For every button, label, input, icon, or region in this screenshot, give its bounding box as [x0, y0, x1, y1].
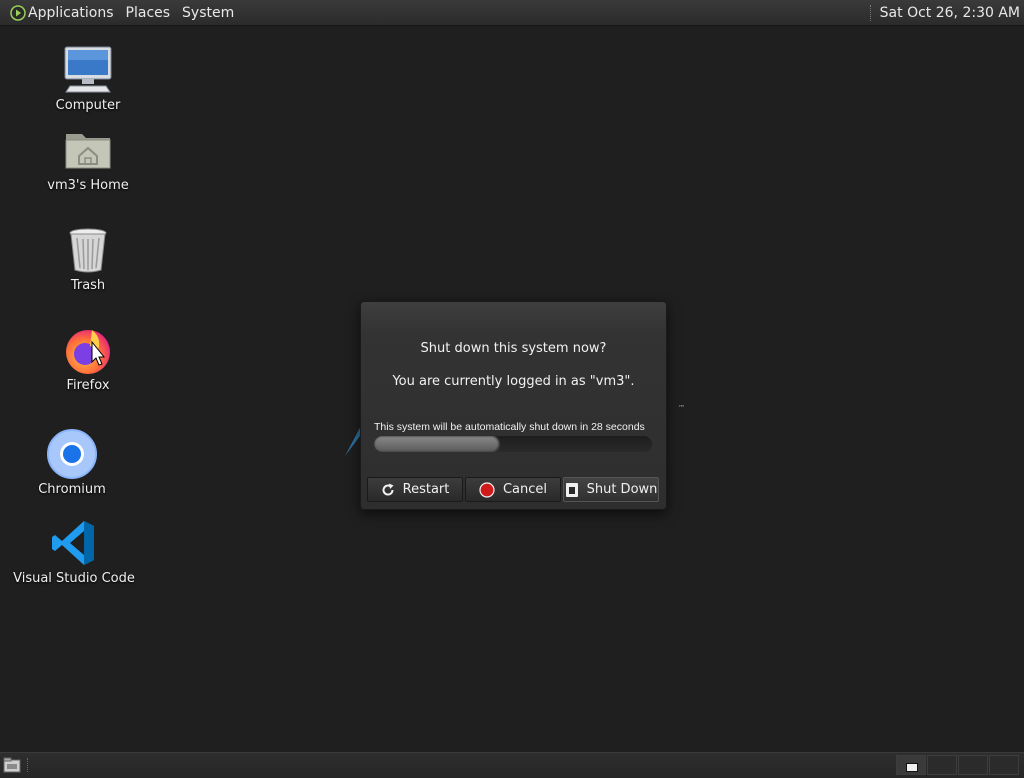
shut-down-button-label: Shut Down: [586, 482, 658, 497]
top-panel: Applications Places System Sat Oct 26, 2…: [0, 0, 1024, 26]
countdown-progress-fill: [374, 436, 500, 452]
chromium-icon: [46, 428, 98, 480]
panel-handle[interactable]: [27, 758, 32, 772]
desktop-icon-label: Visual Studio Code: [13, 571, 135, 586]
restart-button-label: Restart: [402, 482, 450, 497]
applications-menu-label: Applications: [28, 4, 114, 21]
system-menu-label: System: [182, 4, 235, 21]
workspace-3[interactable]: [958, 755, 988, 775]
desktop-icon-chromium[interactable]: Chromium: [7, 428, 137, 497]
desktop-icon-computer[interactable]: Computer: [23, 44, 153, 113]
vscode-icon: [48, 517, 100, 569]
desktop-icon-label: Chromium: [38, 482, 106, 497]
desktop-icon-label: vm3's Home: [47, 178, 129, 193]
restart-button[interactable]: Restart: [367, 477, 463, 502]
shut-down-button[interactable]: Shut Down: [563, 477, 659, 502]
workspace-4[interactable]: [989, 755, 1019, 775]
desktop-icon-label: Computer: [55, 98, 121, 113]
countdown-progress-bar: [374, 436, 652, 452]
home-folder-icon: [62, 124, 114, 176]
desktop-icon-label: Firefox: [66, 378, 110, 393]
desktop-icon-firefox[interactable]: Firefox: [23, 324, 153, 393]
desktop-icon-trash[interactable]: Trash: [23, 224, 153, 293]
svg-text:™: ™: [678, 404, 685, 412]
dialog-message: You are currently logged in as "vm3".: [392, 374, 635, 389]
countdown-text: This system will be automatically shut d…: [374, 421, 645, 433]
dialog-title: Shut down this system now?: [420, 341, 607, 356]
cancel-button-label: Cancel: [502, 482, 548, 497]
places-menu[interactable]: Places: [120, 0, 177, 25]
workspace-window-thumbnail: [906, 763, 918, 772]
dialog-button-row: Restart Cancel Shut Down: [367, 477, 659, 502]
desktop-icon-home[interactable]: vm3's Home: [23, 124, 153, 193]
applications-menu[interactable]: Applications: [0, 0, 120, 25]
system-menu[interactable]: System: [176, 0, 240, 25]
bottom-panel: [0, 752, 1024, 778]
shutdown-dialog: Shut down this system now? You are curre…: [360, 301, 667, 510]
shutdown-icon: [565, 482, 579, 498]
places-menu-label: Places: [125, 4, 171, 21]
clock[interactable]: Sat Oct 26, 2:30 AM: [880, 5, 1024, 21]
cancel-button[interactable]: Cancel: [465, 477, 561, 502]
panel-separator: [869, 4, 874, 21]
workspace-2[interactable]: [927, 755, 957, 775]
firefox-icon: [62, 324, 114, 376]
desktop-icon-vscode[interactable]: Visual Studio Code: [9, 517, 139, 586]
workspace-1[interactable]: [896, 755, 926, 775]
restart-icon: [381, 483, 395, 497]
computer-icon: [62, 44, 114, 96]
trash-icon: [62, 224, 114, 276]
cancel-icon: [479, 481, 495, 498]
desktop-icon-label: Trash: [70, 278, 106, 293]
mate-logo-icon: [10, 4, 26, 21]
show-desktop-icon[interactable]: [3, 757, 21, 773]
